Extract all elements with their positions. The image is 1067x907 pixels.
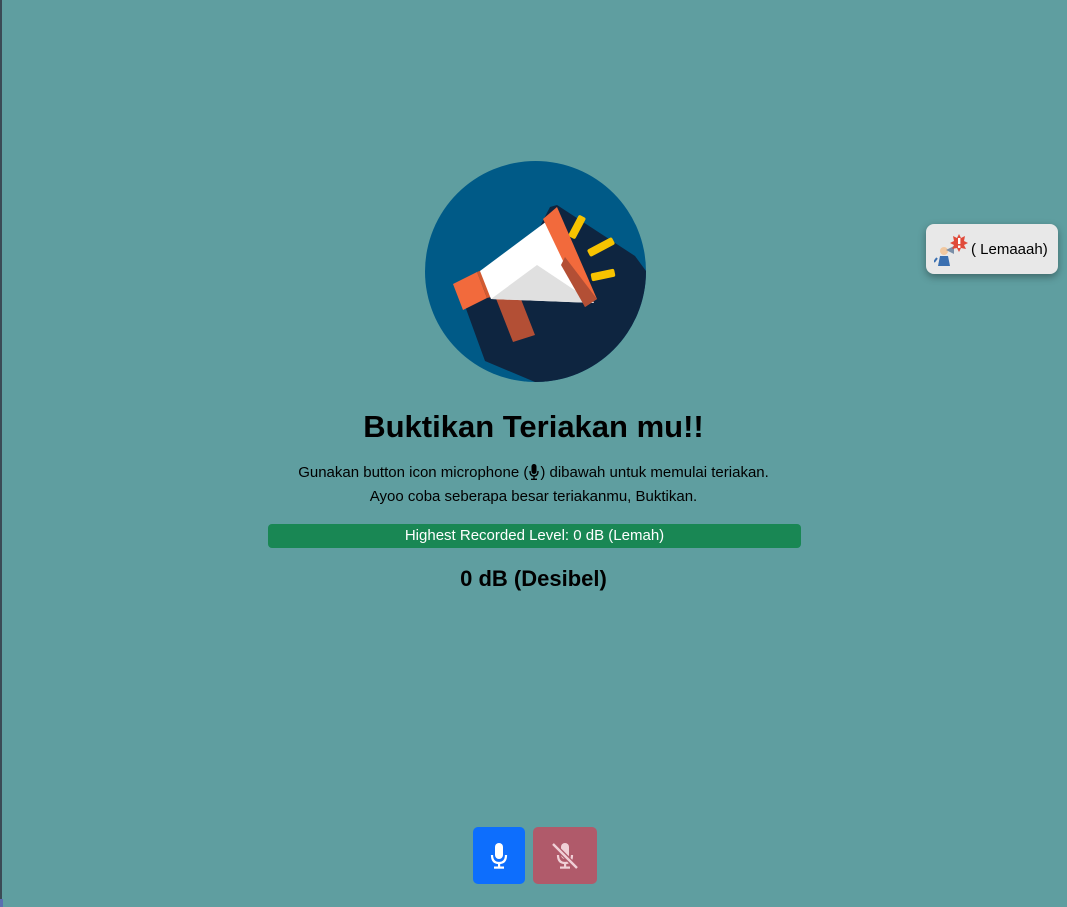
microphone-icon [529,464,540,480]
microphone-icon [490,842,508,869]
instruction-text: Gunakan button icon microphone ( ) dibaw… [0,462,1067,484]
shouting-warning-icon [934,234,968,266]
microphone-slash-icon [551,841,579,870]
instruction-text-part2: ) dibawah untuk memulai teriakan. [540,464,769,481]
start-recording-button[interactable] [473,827,525,884]
toast-text: ( Lemaaah) [971,240,1048,258]
window-corner-accent [0,899,3,907]
status-toast: ( Lemaaah) [926,224,1058,274]
instruction-text-line2: Ayoo coba seberapa besar teriakanmu, Buk… [369,488,698,505]
page-title: Buktikan Teriakan mu!! [363,409,704,444]
instruction-text-part1: Gunakan button icon microphone ( [298,464,529,481]
window-left-border [0,0,2,907]
decibel-readout: 0 dB (Desibel) [460,566,607,591]
stop-recording-button[interactable] [533,827,597,884]
highest-level-label: Highest Recorded Level: 0 dB (Lemah) [404,527,665,544]
highest-level-progress-bar: Highest Recorded Level: 0 dB (Lemah) [268,524,801,548]
megaphone-icon [425,161,646,382]
